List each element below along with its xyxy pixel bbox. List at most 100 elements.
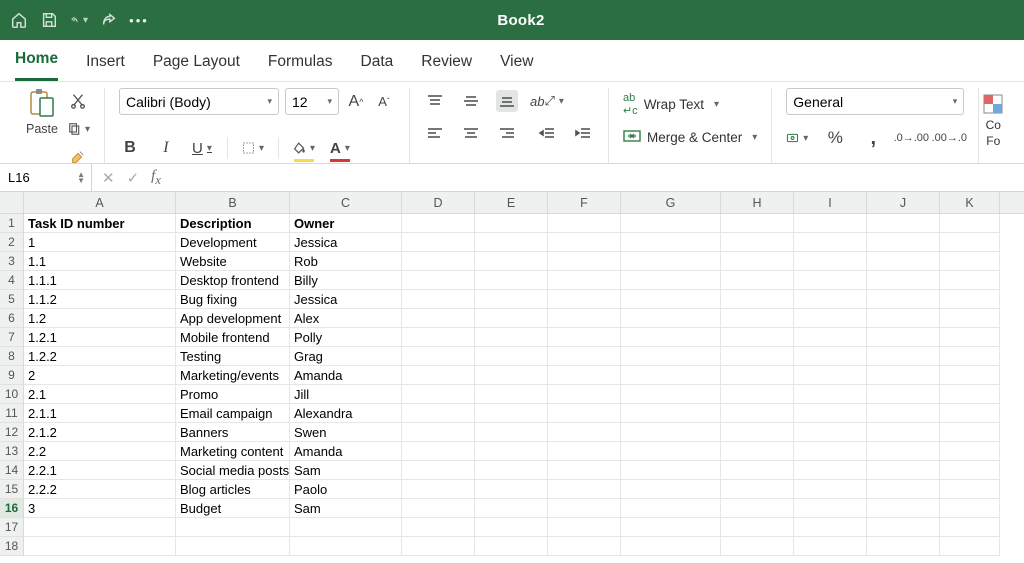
- name-box[interactable]: L16 ▲▼: [0, 164, 92, 191]
- cut-icon[interactable]: [66, 90, 90, 112]
- cell[interactable]: [290, 537, 402, 556]
- cell[interactable]: [794, 442, 867, 461]
- cell[interactable]: [721, 214, 794, 233]
- cell[interactable]: Jessica: [290, 233, 402, 252]
- fx-icon[interactable]: fx: [151, 168, 161, 188]
- row-header[interactable]: 15: [0, 480, 24, 499]
- cell[interactable]: [475, 347, 548, 366]
- cell[interactable]: [867, 328, 940, 347]
- row-header[interactable]: 4: [0, 271, 24, 290]
- cell[interactable]: [402, 480, 475, 499]
- percent-icon[interactable]: %: [824, 127, 846, 149]
- cell[interactable]: [721, 442, 794, 461]
- cell[interactable]: [794, 385, 867, 404]
- cell[interactable]: [721, 480, 794, 499]
- cell[interactable]: [867, 347, 940, 366]
- cell[interactable]: [548, 385, 621, 404]
- col-header[interactable]: B: [176, 192, 290, 213]
- cell[interactable]: [548, 233, 621, 252]
- cell[interactable]: [548, 518, 621, 537]
- more-icon[interactable]: •••: [130, 11, 148, 29]
- col-header[interactable]: C: [290, 192, 402, 213]
- cell[interactable]: 1.2.2: [24, 347, 176, 366]
- row-header[interactable]: 14: [0, 461, 24, 480]
- cell[interactable]: [940, 328, 1000, 347]
- cell[interactable]: [794, 290, 867, 309]
- decrease-font-icon[interactable]: Aˇ: [373, 91, 395, 113]
- align-right-icon[interactable]: [496, 122, 518, 144]
- decrease-indent-icon[interactable]: [536, 122, 558, 144]
- cell[interactable]: [940, 537, 1000, 556]
- row-header[interactable]: 6: [0, 309, 24, 328]
- cell[interactable]: [402, 214, 475, 233]
- col-header[interactable]: H: [721, 192, 794, 213]
- cell[interactable]: [721, 518, 794, 537]
- cell[interactable]: [402, 271, 475, 290]
- cell[interactable]: [402, 366, 475, 385]
- cell[interactable]: [290, 518, 402, 537]
- borders-icon[interactable]: ▾: [242, 137, 264, 159]
- row-header[interactable]: 17: [0, 518, 24, 537]
- conditional-formatting-button[interactable]: Co Fo: [979, 88, 1007, 163]
- redo-icon[interactable]: [100, 11, 118, 29]
- cell[interactable]: [475, 271, 548, 290]
- cell[interactable]: [867, 442, 940, 461]
- cell[interactable]: [621, 385, 721, 404]
- col-header[interactable]: G: [621, 192, 721, 213]
- align-bottom-icon[interactable]: [496, 90, 518, 112]
- cell[interactable]: [475, 233, 548, 252]
- cell[interactable]: [475, 423, 548, 442]
- cell[interactable]: [794, 214, 867, 233]
- cell[interactable]: [867, 385, 940, 404]
- cell[interactable]: [794, 461, 867, 480]
- cell[interactable]: [867, 290, 940, 309]
- cell[interactable]: [475, 252, 548, 271]
- cell[interactable]: [621, 480, 721, 499]
- cell[interactable]: [548, 214, 621, 233]
- cell[interactable]: [721, 233, 794, 252]
- cell[interactable]: Sam: [290, 499, 402, 518]
- cell[interactable]: [402, 290, 475, 309]
- cell[interactable]: [402, 461, 475, 480]
- comma-icon[interactable]: ,: [862, 127, 884, 149]
- cell[interactable]: [940, 423, 1000, 442]
- cell[interactable]: [721, 461, 794, 480]
- cell[interactable]: Amanda: [290, 442, 402, 461]
- tab-view[interactable]: View: [500, 45, 533, 81]
- cell[interactable]: [940, 385, 1000, 404]
- cell[interactable]: [867, 537, 940, 556]
- cell[interactable]: [621, 442, 721, 461]
- cell[interactable]: [794, 347, 867, 366]
- cell[interactable]: Description: [176, 214, 290, 233]
- col-header[interactable]: E: [475, 192, 548, 213]
- tab-insert[interactable]: Insert: [86, 45, 125, 81]
- cell[interactable]: [940, 518, 1000, 537]
- cell[interactable]: [176, 537, 290, 556]
- cell[interactable]: Budget: [176, 499, 290, 518]
- italic-button[interactable]: I: [155, 137, 177, 159]
- home-icon[interactable]: [10, 11, 28, 29]
- cell[interactable]: Testing: [176, 347, 290, 366]
- row-header[interactable]: 5: [0, 290, 24, 309]
- cell[interactable]: [721, 404, 794, 423]
- accounting-format-icon[interactable]: ▾: [786, 127, 808, 149]
- cell[interactable]: Email campaign: [176, 404, 290, 423]
- cell[interactable]: [867, 366, 940, 385]
- col-header[interactable]: A: [24, 192, 176, 213]
- col-header[interactable]: J: [867, 192, 940, 213]
- cell[interactable]: [867, 233, 940, 252]
- cell[interactable]: [548, 252, 621, 271]
- cell[interactable]: [940, 233, 1000, 252]
- formula-input[interactable]: [171, 164, 1024, 191]
- row-header[interactable]: 8: [0, 347, 24, 366]
- cell[interactable]: [548, 404, 621, 423]
- cell[interactable]: [548, 366, 621, 385]
- cell[interactable]: [548, 309, 621, 328]
- align-middle-icon[interactable]: [460, 90, 482, 112]
- cell[interactable]: [621, 499, 721, 518]
- cell[interactable]: [940, 404, 1000, 423]
- cell[interactable]: Promo: [176, 385, 290, 404]
- cell[interactable]: [867, 252, 940, 271]
- cell[interactable]: 2.1.2: [24, 423, 176, 442]
- cell[interactable]: [475, 366, 548, 385]
